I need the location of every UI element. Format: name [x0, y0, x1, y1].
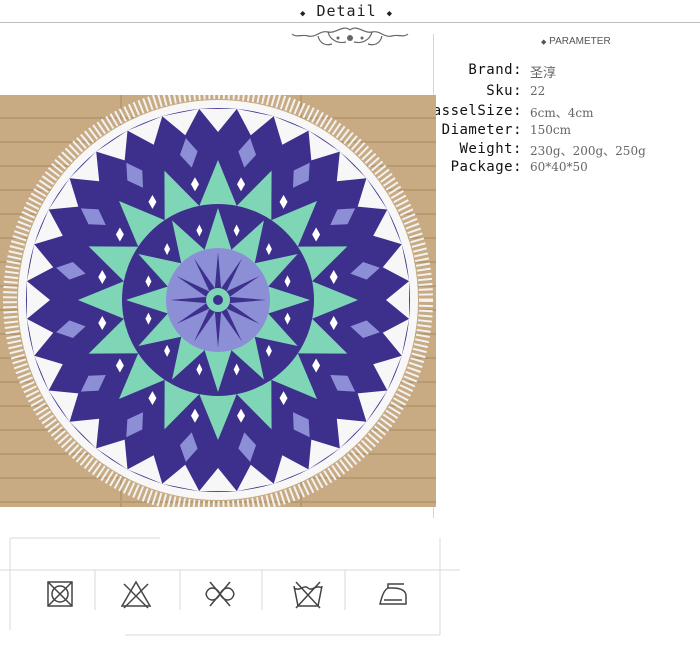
bullet-icon: ◆ — [541, 39, 547, 46]
spec-value-weight: 230g、200g、250g — [530, 144, 646, 158]
spec-value-diameter: 150cm — [530, 123, 572, 137]
do-not-wash-icon — [293, 581, 323, 609]
do-not-bleach-icon — [120, 580, 152, 609]
diamond-icon: ◆ — [300, 9, 307, 19]
detail-title: ◆ Detail ◆ — [300, 2, 393, 20]
detail-title-text: Detail — [316, 2, 377, 20]
header-divider — [0, 22, 700, 23]
care-instructions-panel — [0, 530, 470, 640]
parameter-title-text: PARAMETER — [549, 36, 611, 47]
do-not-wring-icon — [205, 581, 235, 607]
detail-header: ◆ Detail ◆ — [0, 0, 700, 24]
product-photo — [0, 95, 436, 507]
tumble-dry-icon — [47, 581, 73, 607]
flourish-ornament-icon — [291, 27, 409, 46]
parameter-title: ◆ PARAMETER — [541, 36, 611, 47]
diamond-icon: ◆ — [386, 9, 394, 19]
iron-icon — [379, 583, 407, 605]
spec-value-package: 60*40*50 — [530, 160, 588, 174]
spec-value-tassel-size: 6cm、4cm — [530, 106, 594, 120]
round-mandala-beach-towel-image — [0, 95, 436, 507]
spec-label-brand: Brand: — [468, 62, 522, 78]
spec-value-brand: 圣淳 — [530, 66, 557, 81]
spec-value-sku: 22 — [530, 84, 546, 98]
